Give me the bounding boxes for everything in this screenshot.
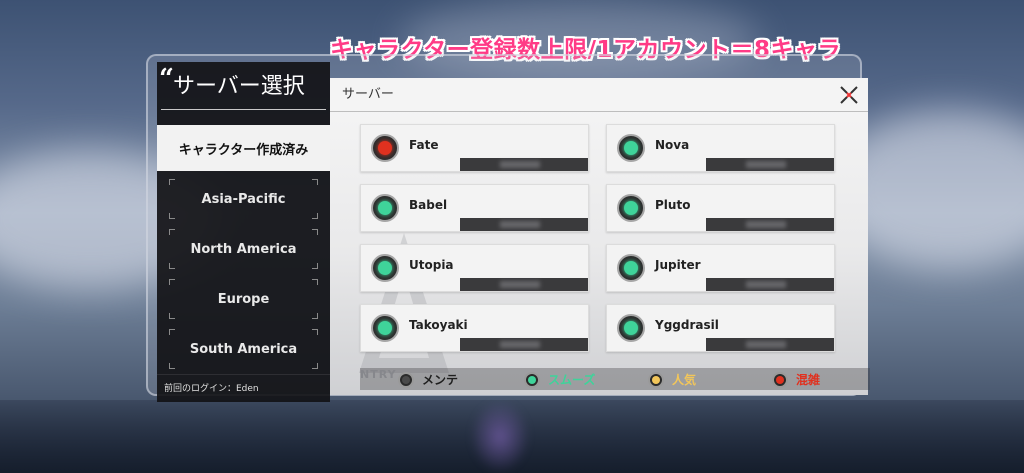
panel-title: サーバー (342, 87, 394, 102)
server-card[interactable]: Nova (606, 124, 835, 172)
popular-status-icon (648, 371, 664, 388)
region-label: North America (190, 241, 297, 257)
crowded-status-icon (772, 371, 788, 388)
legend-label: スムーズ (548, 373, 596, 387)
server-card[interactable]: Fate (360, 124, 589, 172)
status-indicator (371, 254, 399, 282)
legend-maintenance: メンテ (398, 371, 458, 388)
server-card[interactable]: Yggdrasil (606, 304, 835, 352)
legend-label: メンテ (422, 373, 459, 387)
status-legend: メンテ スムーズ 人気 混雑 (360, 368, 870, 390)
server-card[interactable]: Jupiter (606, 244, 835, 292)
region-label: Asia-Pacific (201, 191, 286, 207)
region-tab-europe[interactable]: Europe (169, 279, 318, 319)
status-indicator (617, 254, 645, 282)
legend-popular: 人気 (648, 371, 696, 388)
server-info-bar (460, 278, 588, 291)
status-indicator (617, 314, 645, 342)
region-label: South America (189, 341, 298, 357)
last-login-text: 前回のログイン：Eden (157, 374, 330, 402)
server-info-bar (706, 218, 834, 231)
server-name: Babel (409, 198, 448, 212)
region-label: Europe (217, 291, 270, 307)
quote-icon: “ (159, 64, 174, 94)
legend-smooth: スムーズ (524, 371, 595, 388)
smooth-status-icon (524, 371, 540, 388)
server-info-bar (460, 338, 588, 351)
status-indicator (617, 134, 645, 162)
server-region-sidebar: “ サーバー選択 キャラクター作成済み Asia-Pacific North A… (157, 62, 330, 402)
server-name: Jupiter (655, 258, 701, 272)
server-info-bar (706, 278, 834, 291)
status-indicator (617, 194, 645, 222)
server-info-bar (706, 338, 834, 351)
panel-header: サーバー (330, 78, 868, 112)
server-info-bar (460, 158, 588, 171)
close-icon[interactable] (838, 84, 860, 106)
server-info-bar (706, 158, 834, 171)
server-card[interactable]: Babel (360, 184, 589, 232)
maintenance-status-icon (398, 371, 414, 388)
server-info-bar (460, 218, 588, 231)
server-name: Utopia (409, 258, 454, 272)
region-tab-south-america[interactable]: South America (169, 329, 318, 369)
server-card[interactable]: Pluto (606, 184, 835, 232)
server-name: Nova (655, 138, 690, 152)
status-indicator (371, 194, 399, 222)
server-name: Pluto (655, 198, 691, 212)
background-character (470, 400, 530, 473)
region-tab-north-america[interactable]: North America (169, 229, 318, 269)
legend-label: 人気 (672, 373, 697, 387)
region-tab-asia-pacific[interactable]: Asia-Pacific (169, 179, 318, 219)
server-name: Yggdrasil (655, 318, 719, 332)
status-indicator (371, 314, 399, 342)
region-tab-created-characters[interactable]: キャラクター作成済み (157, 125, 330, 171)
server-name: Fate (409, 138, 439, 152)
server-card[interactable]: Takoyaki (360, 304, 589, 352)
server-card[interactable]: Utopia (360, 244, 589, 292)
server-name: Takoyaki (409, 318, 468, 332)
legend-label: 混雑 (796, 373, 821, 387)
sidebar-title-text: サーバー選択 (173, 74, 305, 99)
sidebar-title: “ サーバー選択 (159, 64, 326, 110)
status-indicator (371, 134, 399, 162)
legend-crowded: 混雑 (772, 371, 820, 388)
